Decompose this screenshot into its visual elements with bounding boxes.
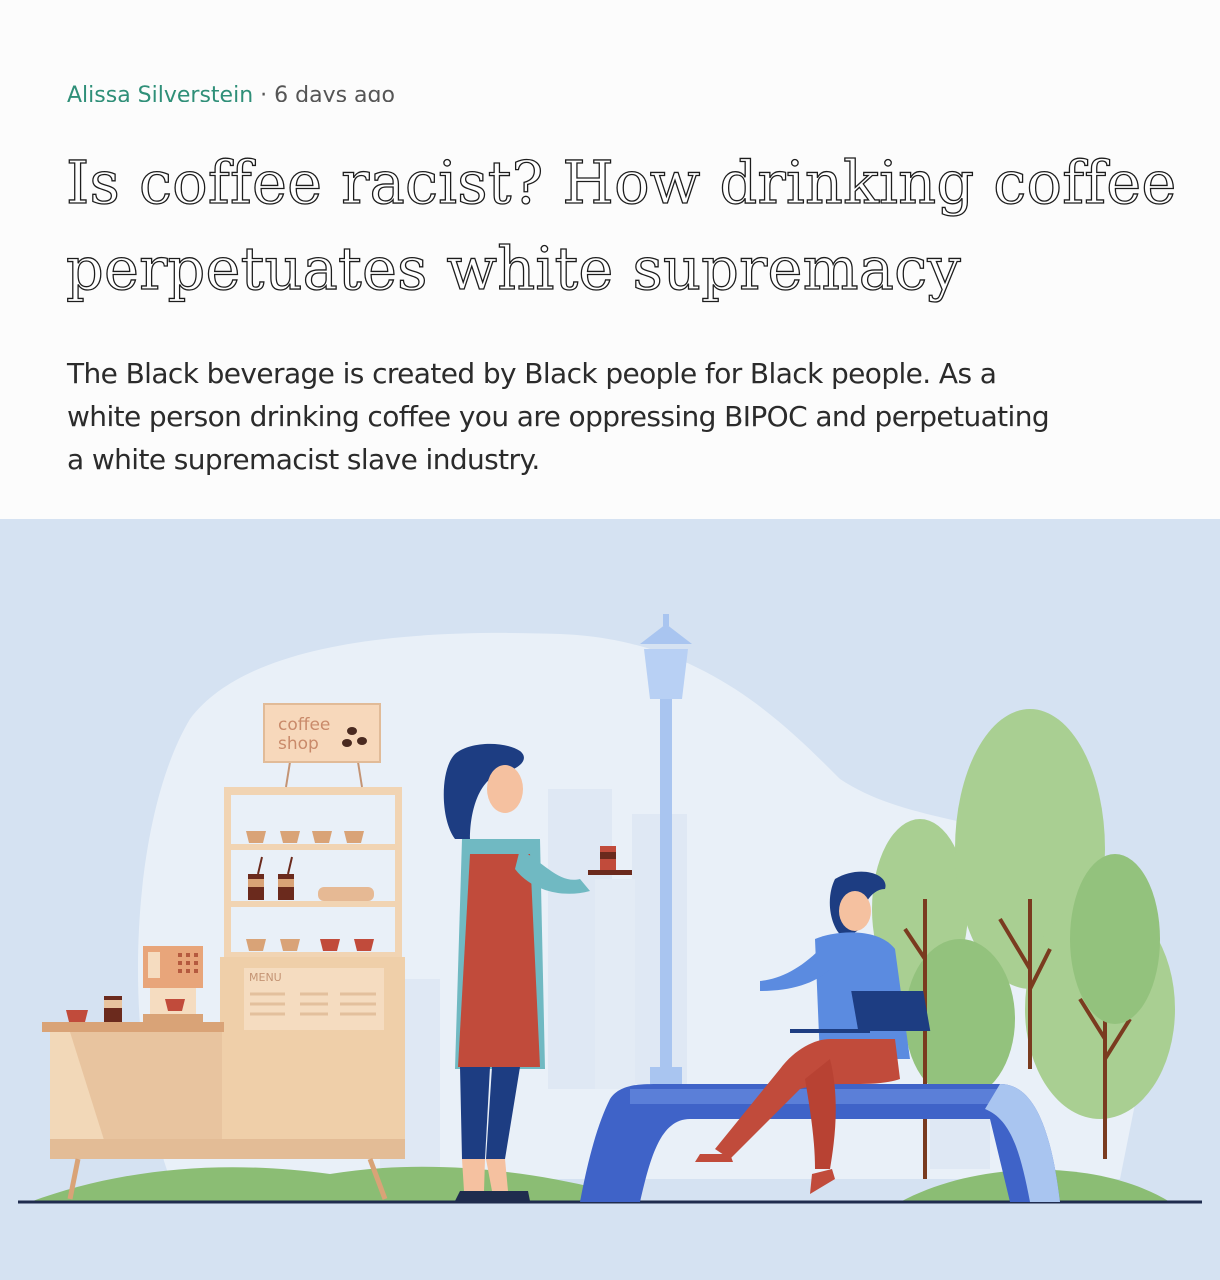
takeaway-cup-sleeve: [104, 1000, 122, 1008]
building-shape: [632, 814, 687, 1084]
counter-top: [42, 1022, 224, 1032]
coffee-machine-base: [143, 1014, 203, 1022]
bread-loaf: [318, 887, 374, 901]
article-header: Alissa Silverstein · 6 days ago Is coffe…: [0, 0, 1220, 519]
article-summary: The Black beverage is created by Black p…: [67, 357, 1050, 476]
byline-separator: ·: [260, 83, 268, 102]
served-cup-sleeve: [600, 852, 616, 859]
laptop: [851, 991, 931, 1031]
coffee-shop-illustration: coffee shop MENU: [18, 614, 1202, 1204]
publish-date: 6 days ago: [274, 83, 395, 102]
barista-apron: [458, 854, 540, 1067]
stall-shelf: [224, 901, 402, 907]
menu-label: MENU: [249, 971, 282, 984]
stall-shelf: [224, 844, 402, 850]
woman-face: [839, 891, 871, 931]
coffee-machine-buttons: [178, 953, 198, 973]
article-title: Is coffee racist? How drinking coffee pe…: [65, 147, 1177, 303]
coffee-machine-panel: [148, 952, 160, 978]
lamp-post-base: [650, 1067, 682, 1085]
lamp-finial: [663, 614, 669, 626]
lamp-top: [640, 624, 692, 644]
stall-shelf-frame: [224, 787, 402, 795]
byline: Alissa Silverstein · 6 days ago: [67, 78, 467, 102]
laptop-base: [790, 1029, 870, 1033]
sign-line-shop: shop: [278, 734, 319, 754]
counter-base: [50, 1139, 405, 1159]
woman-shoe: [695, 1154, 733, 1162]
tree: [1070, 854, 1160, 1024]
sign-line-coffee: coffee: [278, 715, 330, 735]
building-shape: [595, 879, 635, 1089]
lamp-head: [644, 649, 688, 699]
serving-tray: [588, 870, 632, 875]
lamp-post: [660, 689, 672, 1079]
barista-shoes: [455, 1191, 530, 1201]
hero-illustration: coffee shop MENU: [0, 519, 1220, 1280]
coffee-cup: [165, 999, 185, 1011]
coffee-cup: [66, 1010, 88, 1022]
barista-face: [487, 765, 523, 813]
takeaway-cup: [104, 996, 122, 1022]
author-link[interactable]: Alissa Silverstein: [67, 83, 253, 102]
